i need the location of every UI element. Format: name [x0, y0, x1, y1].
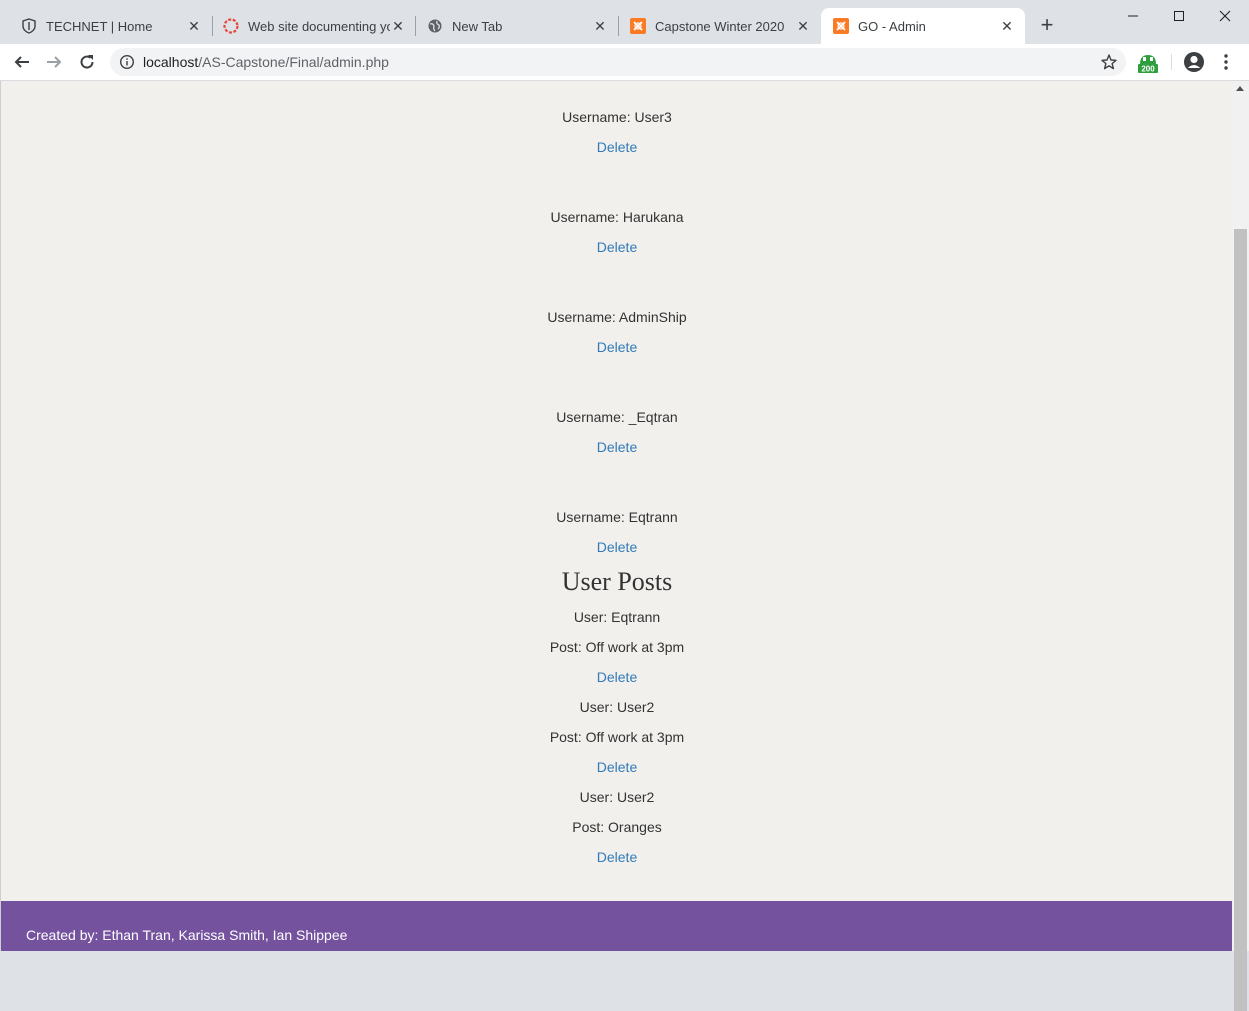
post-text: Post: Off work at 3pm — [549, 729, 685, 745]
shield-icon — [21, 18, 37, 34]
delete-user-link[interactable]: Delete — [597, 139, 637, 155]
username-label: Username: _Eqtran — [556, 409, 678, 425]
tab-title: GO - Admin — [858, 18, 926, 34]
post-user-label: User: Eqtrann — [573, 609, 661, 625]
tab-capstone[interactable]: Capstone Winter 2020 ✕ — [609, 8, 821, 44]
vertical-scrollbar[interactable] — [1232, 81, 1249, 1011]
page-footer: Created by: Ethan Tran, Karissa Smith, I… — [1, 901, 1232, 951]
delete-user-link[interactable]: Delete — [597, 239, 637, 255]
close-icon[interactable]: ✕ — [186, 18, 202, 34]
close-icon[interactable]: ✕ — [999, 18, 1015, 34]
close-icon[interactable]: ✕ — [592, 18, 608, 34]
scroll-up-arrow-icon[interactable] — [1236, 86, 1244, 91]
post-text: Post: Oranges — [572, 819, 662, 835]
page-viewport: Username: User3 Delete Username: Harukan… — [0, 81, 1232, 951]
url-text[interactable]: localhost/AS-Capstone/Final/admin.php — [143, 48, 389, 76]
tab-technet[interactable]: TECHNET | Home ✕ — [0, 8, 212, 44]
post-user-label: User: User2 — [579, 789, 655, 805]
tab-title: Web site documenting yo — [248, 18, 390, 34]
close-icon[interactable]: ✕ — [390, 18, 406, 34]
delete-user-link[interactable]: Delete — [597, 339, 637, 355]
tab-strip: TECHNET | Home ✕ Web site documenting yo… — [0, 0, 1249, 44]
post-user-label: User: User2 — [579, 699, 655, 715]
bookmark-star-icon[interactable] — [1100, 53, 1118, 71]
info-icon[interactable] — [119, 54, 135, 70]
reload-icon[interactable] — [75, 50, 99, 74]
back-arrow-icon[interactable] — [10, 50, 34, 74]
username-label: Username: AdminShip — [547, 309, 687, 325]
username-label: Username: User3 — [562, 109, 672, 125]
username-label: Username: Harukana — [550, 209, 684, 225]
user-posts-heading: User Posts — [561, 567, 673, 596]
footer-credits: Created by: Ethan Tran, Karissa Smith, I… — [26, 927, 348, 943]
extension-status-icon[interactable]: 200 — [1137, 52, 1159, 74]
window-close-icon[interactable] — [1210, 6, 1240, 26]
xampp-icon — [630, 18, 646, 34]
close-icon[interactable]: ✕ — [795, 18, 811, 34]
delete-user-link[interactable]: Delete — [597, 439, 637, 455]
scrollbar-thumb[interactable] — [1234, 229, 1247, 1011]
maximize-icon[interactable] — [1164, 6, 1194, 26]
minimize-icon[interactable] — [1118, 6, 1148, 26]
delete-post-link[interactable]: Delete — [597, 849, 637, 865]
post-text: Post: Off work at 3pm — [549, 639, 685, 655]
address-bar[interactable]: localhost/AS-Capstone/Final/admin.php — [110, 48, 1126, 76]
xampp-icon — [833, 18, 849, 34]
url-path: /AS-Capstone/Final/admin.php — [198, 54, 389, 70]
tab-title: Capstone Winter 2020 — [655, 18, 785, 34]
tab-new-tab[interactable]: New Tab ✕ — [406, 8, 618, 44]
url-host: localhost — [143, 54, 199, 70]
new-tab-button[interactable]: + — [1036, 14, 1058, 36]
tab-title: New Tab — [452, 18, 503, 34]
delete-post-link[interactable]: Delete — [597, 759, 637, 775]
browser-toolbar: localhost/AS-Capstone/Final/admin.php 20… — [0, 44, 1249, 81]
globe-icon — [427, 18, 443, 34]
delete-post-link[interactable]: Delete — [597, 669, 637, 685]
red-ring-icon — [223, 18, 239, 34]
tab-go-admin[interactable]: GO - Admin ✕ — [821, 8, 1025, 44]
username-label: Username: Eqtrann — [556, 509, 678, 525]
toolbar-divider — [1171, 54, 1172, 70]
menu-kebab-icon[interactable] — [1214, 50, 1238, 74]
extension-badge: 200 — [1141, 65, 1155, 74]
tab-website-docs[interactable]: Web site documenting yo ✕ — [202, 8, 416, 44]
tab-title: TECHNET | Home — [46, 18, 153, 34]
forward-arrow-icon[interactable] — [42, 50, 66, 74]
delete-user-link[interactable]: Delete — [597, 539, 637, 555]
profile-avatar-icon[interactable] — [1182, 50, 1206, 74]
